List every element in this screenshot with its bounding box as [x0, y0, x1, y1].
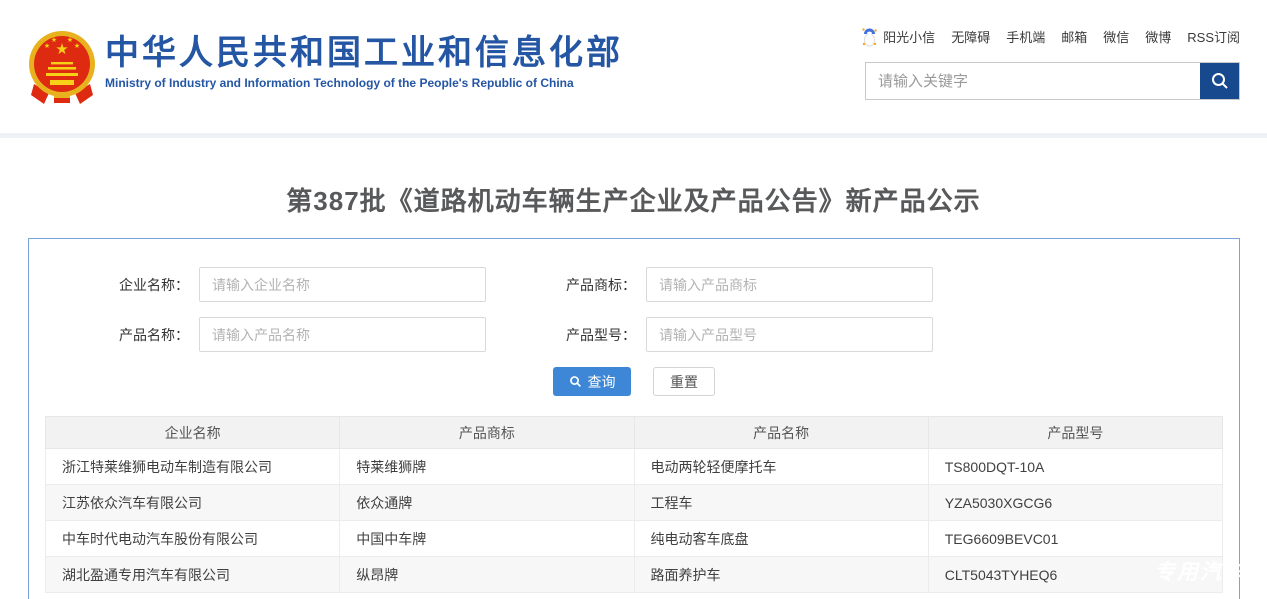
table-row: 中车时代电动汽车股份有限公司 中国中车牌 纯电动客车底盘 TEG6609BEVC… — [46, 521, 1223, 557]
svg-text:★: ★ — [44, 42, 50, 50]
cell-product: 路面养护车 — [634, 557, 928, 593]
col-product-name: 产品名称 — [634, 417, 928, 449]
page-title: 第387批《道路机动车辆生产企业及产品公告》新产品公示 — [0, 181, 1267, 218]
page: ★ ★ ★ ★ ★ 中华人民共和国工业和信息化部 Ministry of Ind… — [0, 0, 1267, 599]
top-link-label: 阳光小信 — [883, 27, 935, 46]
query-panel: 企业名称： 产品商标： 产品名称： 产品型号： — [28, 238, 1240, 599]
product-name-input[interactable] — [199, 317, 486, 352]
ministry-title-cn: 中华人民共和国工业和信息化部 — [105, 34, 623, 73]
svg-text:★: ★ — [67, 36, 73, 44]
top-link-weibo[interactable]: 微博 — [1145, 27, 1171, 46]
top-utility-nav: 阳光小信 无障碍 手机端 邮箱 微信 微博 RSS订阅 — [861, 26, 1240, 47]
results-table: 企业名称 产品商标 产品名称 产品型号 浙江特莱维狮电动车制造有限公司 特莱维狮… — [45, 416, 1223, 593]
company-name-label: 企业名称： — [29, 275, 199, 295]
search-icon — [1210, 71, 1230, 91]
cell-product: 工程车 — [634, 485, 928, 521]
top-link-rss[interactable]: RSS订阅 — [1187, 27, 1240, 46]
site-brand[interactable]: ★ ★ ★ ★ ★ 中华人民共和国工业和信息化部 Ministry of Ind… — [28, 30, 623, 104]
field-product-name: 产品名称： — [29, 317, 486, 352]
product-model-label: 产品型号： — [486, 325, 646, 345]
site-search-input[interactable] — [866, 63, 1200, 99]
product-brand-input[interactable] — [646, 267, 933, 302]
site-search-button[interactable] — [1200, 63, 1239, 99]
header-separator — [0, 133, 1267, 138]
col-product-model: 产品型号 — [928, 417, 1222, 449]
top-link-accessibility[interactable]: 无障碍 — [951, 27, 990, 46]
field-product-model: 产品型号： — [486, 317, 933, 352]
cell-model: TS800DQT-10A — [928, 449, 1222, 485]
cell-product: 电动两轮轻便摩托车 — [634, 449, 928, 485]
results-table-head: 企业名称 产品商标 产品名称 产品型号 — [46, 417, 1223, 449]
product-model-input[interactable] — [646, 317, 933, 352]
form-row-1: 企业名称： 产品商标： — [29, 267, 1239, 302]
cell-brand: 依众通牌 — [340, 485, 634, 521]
table-row: 江苏依众汽车有限公司 依众通牌 工程车 YZA5030XGCG6 — [46, 485, 1223, 521]
product-brand-label: 产品商标： — [486, 275, 646, 295]
site-search — [865, 62, 1240, 100]
cell-brand: 纵昂牌 — [340, 557, 634, 593]
national-emblem-logo: ★ ★ ★ ★ ★ — [28, 30, 96, 104]
site-header: ★ ★ ★ ★ ★ 中华人民共和国工业和信息化部 Ministry of Ind… — [0, 0, 1267, 133]
query-button[interactable]: 查询 — [553, 367, 631, 396]
cell-company: 江苏依众汽车有限公司 — [46, 485, 340, 521]
product-name-label: 产品名称： — [29, 325, 199, 345]
company-name-input[interactable] — [199, 267, 486, 302]
cell-company: 湖北盈通专用汽车有限公司 — [46, 557, 340, 593]
query-search-icon — [569, 375, 582, 388]
cell-brand: 特莱维狮牌 — [340, 449, 634, 485]
top-link-wechat[interactable]: 微信 — [1103, 27, 1129, 46]
cell-model: CLT5043TYHEQ6 — [928, 557, 1222, 593]
top-link-yangguang-xiaoxin[interactable]: 阳光小信 — [861, 26, 935, 47]
sunshine-mascot-icon — [861, 26, 878, 47]
cell-company: 中车时代电动汽车股份有限公司 — [46, 521, 340, 557]
brand-text: 中华人民共和国工业和信息化部 Ministry of Industry and … — [105, 30, 623, 90]
table-row: 湖北盈通专用汽车有限公司 纵昂牌 路面养护车 CLT5043TYHEQ6 — [46, 557, 1223, 593]
top-link-mobile[interactable]: 手机端 — [1006, 27, 1045, 46]
svg-text:★: ★ — [51, 36, 57, 44]
cell-model: TEG6609BEVC01 — [928, 521, 1222, 557]
cell-company: 浙江特莱维狮电动车制造有限公司 — [46, 449, 340, 485]
svg-text:★: ★ — [74, 42, 80, 50]
cell-brand: 中国中车牌 — [340, 521, 634, 557]
cell-product: 纯电动客车底盘 — [634, 521, 928, 557]
field-product-brand: 产品商标： — [486, 267, 933, 302]
cell-model: YZA5030XGCG6 — [928, 485, 1222, 521]
query-form: 企业名称： 产品商标： 产品名称： 产品型号： — [29, 267, 1239, 396]
table-header-row: 企业名称 产品商标 产品名称 产品型号 — [46, 417, 1223, 449]
results-table-body: 浙江特莱维狮电动车制造有限公司 特莱维狮牌 电动两轮轻便摩托车 TS800DQT… — [46, 449, 1223, 593]
col-product-brand: 产品商标 — [340, 417, 634, 449]
col-company-name: 企业名称 — [46, 417, 340, 449]
form-row-2: 产品名称： 产品型号： — [29, 317, 1239, 352]
form-actions: 查询 重置 — [29, 367, 1239, 396]
top-link-mail[interactable]: 邮箱 — [1061, 27, 1087, 46]
query-button-label: 查询 — [588, 372, 616, 392]
reset-button[interactable]: 重置 — [653, 367, 715, 396]
table-row: 浙江特莱维狮电动车制造有限公司 特莱维狮牌 电动两轮轻便摩托车 TS800DQT… — [46, 449, 1223, 485]
field-company-name: 企业名称： — [29, 267, 486, 302]
ministry-title-en: Ministry of Industry and Information Tec… — [105, 76, 623, 90]
